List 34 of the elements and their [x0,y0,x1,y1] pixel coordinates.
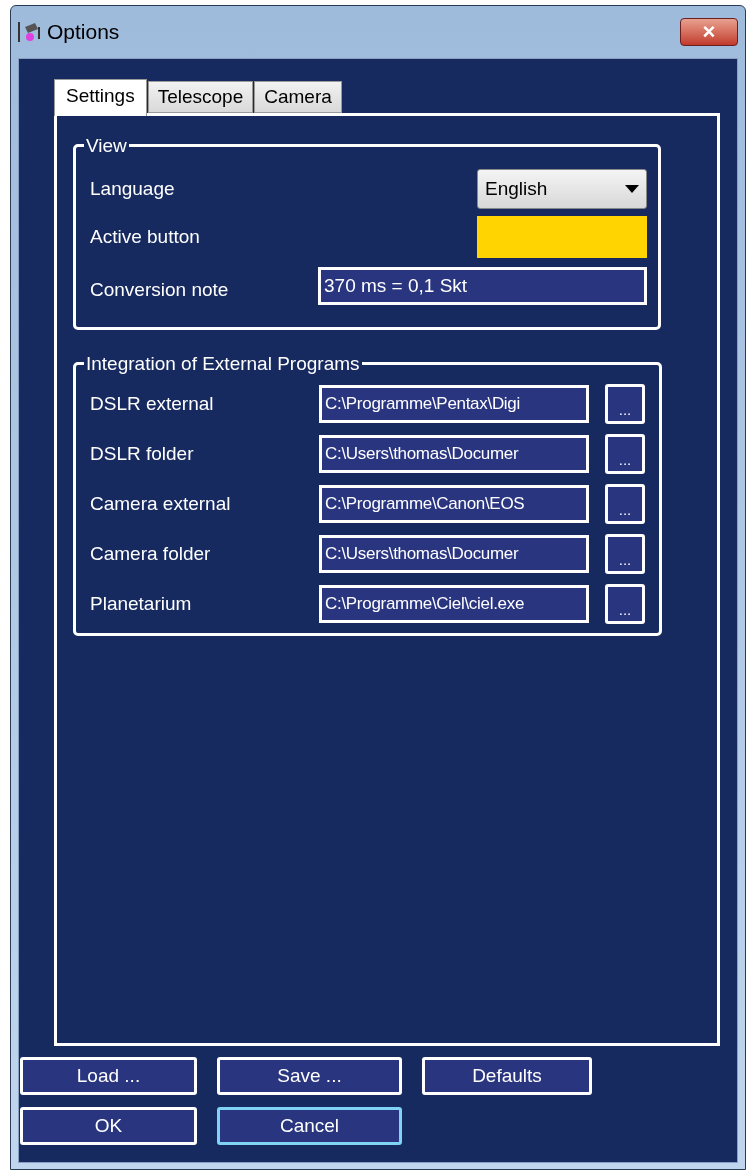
text-field[interactable]: 370 ms = 0,1 Skt [318,267,647,305]
tab[interactable]: Telescope [147,81,254,113]
telescope-icon [17,19,43,45]
path-field[interactable]: C:\Programme\Canon\EOS [319,485,589,523]
field-label: Active button [90,224,200,249]
path-field[interactable]: C:\Users\thomas\Documer [319,435,589,473]
color-swatch[interactable] [477,216,647,258]
field-label: Planetarium [90,591,193,616]
browse-button[interactable]: ... [605,584,645,624]
group-title: Integration of External Programs [85,354,361,373]
path-field[interactable]: C:\Users\thomas\Documer [319,535,589,573]
dialog-button[interactable]: OK [20,1107,197,1145]
caret-icon [625,185,639,193]
dialog-button[interactable]: Save ... [217,1057,402,1095]
browse-button[interactable]: ... [605,384,645,424]
dialog-button[interactable]: Defaults [422,1057,592,1095]
browse-button[interactable]: ... [605,534,645,574]
language-dropdown[interactable]: English [477,169,647,209]
browse-button[interactable]: ... [605,484,645,524]
path-field[interactable]: C:\Programme\Ciel\ciel.exe [319,585,589,623]
field-label: DSLR external [90,391,215,416]
field-label: Conversion note [90,277,229,302]
tab[interactable]: Settings [54,79,147,116]
dialog-button[interactable]: Load ... [20,1057,197,1095]
field-label: Camera folder [90,541,212,566]
field-label: Language [90,176,175,201]
group-title: View [85,136,128,155]
path-field[interactable]: C:\Programme\Pentax\Digi [319,385,589,423]
field-label: DSLR folder [90,441,195,466]
dialog-button[interactable]: Cancel [217,1107,402,1145]
field-label: Camera external [90,491,232,516]
tab[interactable]: Camera [254,81,342,113]
window-title: Options [47,19,120,46]
browse-button[interactable]: ... [605,434,645,474]
